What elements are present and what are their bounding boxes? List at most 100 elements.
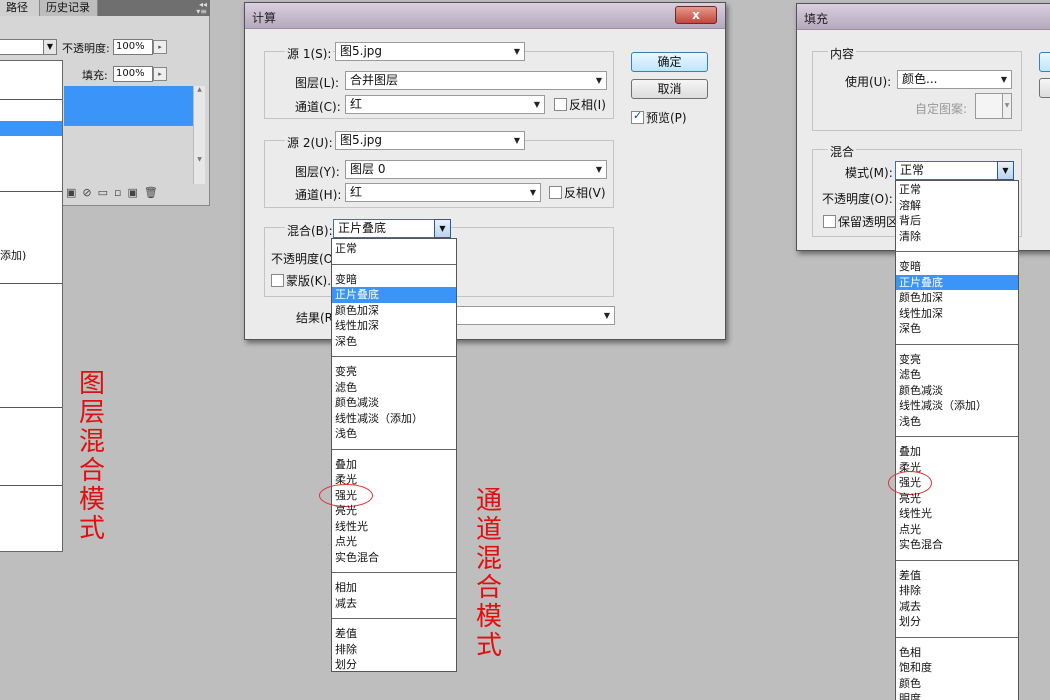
blend-mode-option[interactable]: 变暗	[896, 259, 1018, 275]
mode-dropdown-icon[interactable]: ▼	[997, 161, 1014, 180]
mask-checkbox[interactable]	[271, 274, 284, 287]
blend-mode-option[interactable]: 排除	[896, 583, 1018, 599]
blend-mode-option[interactable]: 清除	[896, 229, 1018, 245]
blend-mode-option[interactable]: 实色混合	[896, 537, 1018, 553]
result-label: 结果(R	[296, 311, 334, 325]
blend-mode-option[interactable]: 颜色加深	[332, 303, 456, 319]
cancel-button[interactable]	[1039, 78, 1050, 98]
blend-mode-option[interactable]: 叠加	[896, 444, 1018, 460]
chevron-down-icon: ▼	[513, 47, 520, 56]
channel1-value: 红	[350, 97, 363, 111]
preview-checkbox[interactable]	[631, 109, 644, 124]
panel-menu-icon[interactable]: ◂◂ ▾≡	[196, 1, 207, 16]
blend-mode-option[interactable]: 颜色	[896, 676, 1018, 692]
channel1-select[interactable]: 红 ▼	[345, 95, 545, 114]
blend-mode-option[interactable]: 线性减淡（添加）	[332, 411, 456, 427]
layer1-value: 合并图层	[350, 73, 399, 87]
layer-blend-select[interactable]	[0, 39, 44, 55]
tab-paths[interactable]: 路径	[0, 0, 40, 16]
menu-item-text[interactable]: 添加)	[0, 247, 26, 263]
selected-layer-row[interactable]	[64, 86, 193, 126]
opacity-slider-arrow-icon[interactable]: ▸	[153, 40, 167, 54]
invert1-checkbox[interactable]	[554, 98, 567, 111]
layer-blend-dropdown-icon[interactable]: ▼	[43, 39, 57, 55]
blend-mode-option[interactable]: 线性加深	[332, 318, 456, 334]
blend-mode-option[interactable]: 颜色减淡	[332, 395, 456, 411]
blend-mode-option[interactable]: 滤色	[332, 380, 456, 396]
blend-mode-option[interactable]: 线性加深	[896, 306, 1018, 322]
use-select[interactable]: 颜色... ▼	[897, 70, 1012, 89]
blend-mode-option[interactable]: 正片叠底	[896, 274, 1018, 290]
blend-mode-option[interactable]: 变亮	[896, 352, 1018, 368]
blend-dropdown-icon[interactable]: ▼	[434, 219, 451, 238]
blend-mode-option[interactable]: 正常	[896, 182, 1018, 198]
blend-mode-option[interactable]: 减去	[332, 596, 456, 612]
result-select[interactable]: ▼	[455, 306, 615, 325]
layers-scrollbar[interactable]: ▲ ▼	[193, 86, 205, 184]
ok-button[interactable]	[1039, 52, 1050, 72]
blend-mode-option[interactable]: 减去	[896, 599, 1018, 615]
use-value: 颜色...	[902, 72, 938, 86]
blend-mode-option[interactable]: 颜色加深	[896, 290, 1018, 306]
blend-mode-option[interactable]: 点光	[332, 534, 456, 550]
ok-button[interactable]: 确定	[631, 52, 708, 72]
blend-mode-option[interactable]: 变亮	[332, 364, 456, 380]
blend-mode-option[interactable]: 深色	[896, 321, 1018, 337]
blend-mode-option[interactable]: 划分	[896, 614, 1018, 630]
mode-label: 模式(M):	[845, 166, 893, 180]
preserve-transparency-checkbox[interactable]	[823, 215, 836, 228]
blend-mode-option[interactable]: 相加	[332, 580, 456, 596]
blend-mode-option[interactable]: 饱和度	[896, 660, 1018, 676]
blend-mode-option[interactable]: 明度	[896, 691, 1018, 700]
blend-mode-option[interactable]: 浅色	[896, 414, 1018, 430]
blend-mode-option[interactable]: 划分	[332, 657, 456, 673]
blend-mode-option[interactable]: 滤色	[896, 367, 1018, 383]
blend-mode-option[interactable]: 线性光	[332, 519, 456, 535]
channel2-select[interactable]: 红 ▼	[345, 183, 541, 202]
source1-select[interactable]: 图5.jpg ▼	[335, 42, 525, 61]
invert2-checkbox[interactable]	[549, 186, 562, 199]
invert2-label: 反相(V)	[564, 186, 606, 200]
blend-mode-option[interactable]: 亮光	[332, 503, 456, 519]
layer-blend-caption: 图层混合模式	[78, 369, 105, 544]
blend-mode-option[interactable]: 变暗	[332, 272, 456, 288]
blend-mode-option[interactable]: 线性减淡（添加）	[896, 398, 1018, 414]
fill-slider-arrow-icon[interactable]: ▸	[153, 67, 167, 81]
fill-input[interactable]: 100%	[113, 66, 153, 82]
menu-highlight[interactable]	[0, 121, 62, 136]
preview-label: 预览(P)	[646, 111, 687, 125]
blend-mode-option[interactable]: 差值	[896, 568, 1018, 584]
blend-mode-option[interactable]: 浅色	[332, 426, 456, 442]
mode-select[interactable]: 正常	[895, 161, 998, 180]
blend-mode-option[interactable]: 背后	[896, 213, 1018, 229]
blend-mode-option[interactable]: 深色	[332, 334, 456, 350]
blend-mode-option[interactable]: 色相	[896, 645, 1018, 661]
cancel-button[interactable]: 取消	[631, 79, 708, 99]
blend-mode-option[interactable]: 差值	[332, 626, 456, 642]
layer-bottom-icons[interactable]: ▣⊘▭▫▣🗑	[66, 186, 210, 202]
layer2-select[interactable]: 图层 0 ▼	[345, 160, 607, 179]
blend-select[interactable]: 正片叠底	[333, 219, 437, 238]
blend-mode-option[interactable]: 实色混合	[332, 550, 456, 566]
blend-mode-option[interactable]: 正片叠底	[332, 287, 456, 303]
blend-mode-option[interactable]: 点光	[896, 522, 1018, 538]
blend-mode-option[interactable]: 溶解	[896, 198, 1018, 214]
layer1-select[interactable]: 合并图层 ▼	[345, 71, 607, 90]
blend-mode-option[interactable]: 正常	[332, 241, 456, 257]
menu-separator	[332, 618, 456, 619]
chevron-down-icon: ▼	[603, 311, 610, 320]
layer2-value: 图层 0	[350, 162, 386, 176]
blend-mode-option[interactable]: 亮光	[896, 491, 1018, 507]
panel-tab-bar: 路径 历史记录 ◂◂ ▾≡	[0, 0, 210, 16]
source2-select[interactable]: 图5.jpg ▼	[335, 131, 525, 150]
close-button[interactable]: x	[675, 6, 717, 24]
blend-mode-option[interactable]: 颜色减淡	[896, 383, 1018, 399]
tab-history[interactable]: 历史记录	[40, 0, 98, 16]
menu-separator	[896, 559, 1018, 561]
blend-mode-option[interactable]: 线性光	[896, 506, 1018, 522]
blend-mode-option[interactable]: 叠加	[332, 457, 456, 473]
fill-opacity-label: 不透明度(O):	[822, 192, 893, 206]
blend-mode-option[interactable]: 排除	[332, 642, 456, 658]
opacity-input[interactable]: 100%	[113, 39, 153, 55]
invert1-label: 反相(I)	[569, 98, 606, 112]
